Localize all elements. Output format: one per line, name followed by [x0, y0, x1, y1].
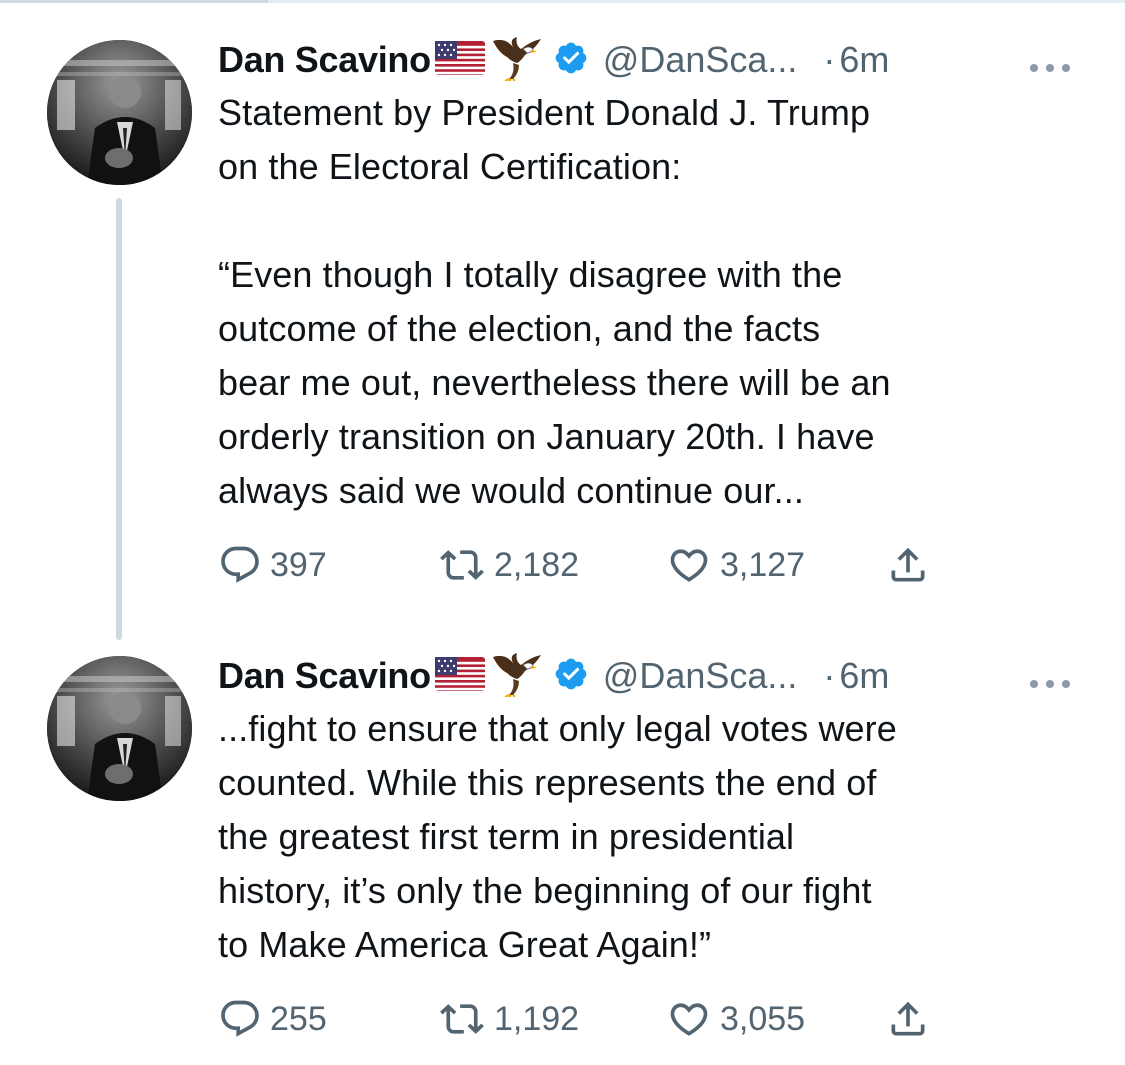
- reply-count: 255: [270, 999, 327, 1038]
- more-icon[interactable]: [1029, 60, 1071, 78]
- retweet-icon: [440, 550, 484, 580]
- eagle-icon: [491, 35, 543, 86]
- reply-icon: [221, 1000, 259, 1037]
- retweet-icon: [440, 1004, 484, 1034]
- tweet-header: Dan Scavino @DanSca... · 6m: [218, 36, 1098, 84]
- share-icon: [891, 1001, 925, 1036]
- share-icon: [891, 547, 925, 582]
- tweet-text: Statement by President Donald J. Trump o…: [218, 92, 891, 511]
- eagle-icon: [491, 651, 543, 702]
- tweet-actions: 397 2,182 3,127: [218, 540, 1118, 590]
- thread-connector-line: [116, 198, 122, 640]
- more-icon[interactable]: [1029, 676, 1071, 694]
- reply-button[interactable]: 397: [218, 540, 327, 590]
- timestamp[interactable]: 6m: [839, 655, 889, 697]
- retweet-button[interactable]: 2,182: [438, 540, 579, 590]
- tweet-actions: 255 1,192 3,055: [218, 994, 1118, 1044]
- us-flag-icon: [434, 40, 485, 80]
- reply-count: 397: [270, 545, 327, 584]
- tweet-text: ...fight to ensure that only legal votes…: [218, 708, 897, 965]
- like-count: 3,055: [720, 999, 806, 1038]
- heart-icon: [670, 549, 708, 582]
- tweet-header: Dan Scavino @DanSca... · 6m: [218, 652, 1098, 700]
- reply-icon: [221, 546, 259, 583]
- verified-badge-icon: [553, 656, 589, 697]
- retweet-count: 1,192: [494, 999, 580, 1038]
- retweet-count: 2,182: [494, 545, 580, 584]
- retweet-button[interactable]: 1,192: [438, 994, 579, 1044]
- author-handle[interactable]: @DanSca...: [603, 655, 798, 697]
- like-button[interactable]: 3,055: [666, 994, 805, 1044]
- author-handle[interactable]: @DanSca...: [603, 39, 798, 81]
- reply-button[interactable]: 255: [218, 994, 327, 1044]
- author-name[interactable]: Dan Scavino: [218, 39, 431, 81]
- avatar[interactable]: [47, 40, 192, 185]
- like-button[interactable]: 3,127: [666, 540, 805, 590]
- heart-icon: [670, 1003, 708, 1036]
- avatar[interactable]: [47, 656, 192, 801]
- verified-badge-icon: [553, 40, 589, 81]
- separator-dot: ·: [823, 39, 836, 80]
- separator-dot: ·: [823, 655, 836, 696]
- share-button[interactable]: [886, 994, 930, 1044]
- author-name[interactable]: Dan Scavino: [218, 655, 431, 697]
- timestamp[interactable]: 6m: [839, 39, 889, 81]
- us-flag-icon: [434, 656, 485, 696]
- like-count: 3,127: [720, 545, 806, 584]
- top-divider-accent: [0, 0, 268, 3]
- share-button[interactable]: [886, 540, 930, 590]
